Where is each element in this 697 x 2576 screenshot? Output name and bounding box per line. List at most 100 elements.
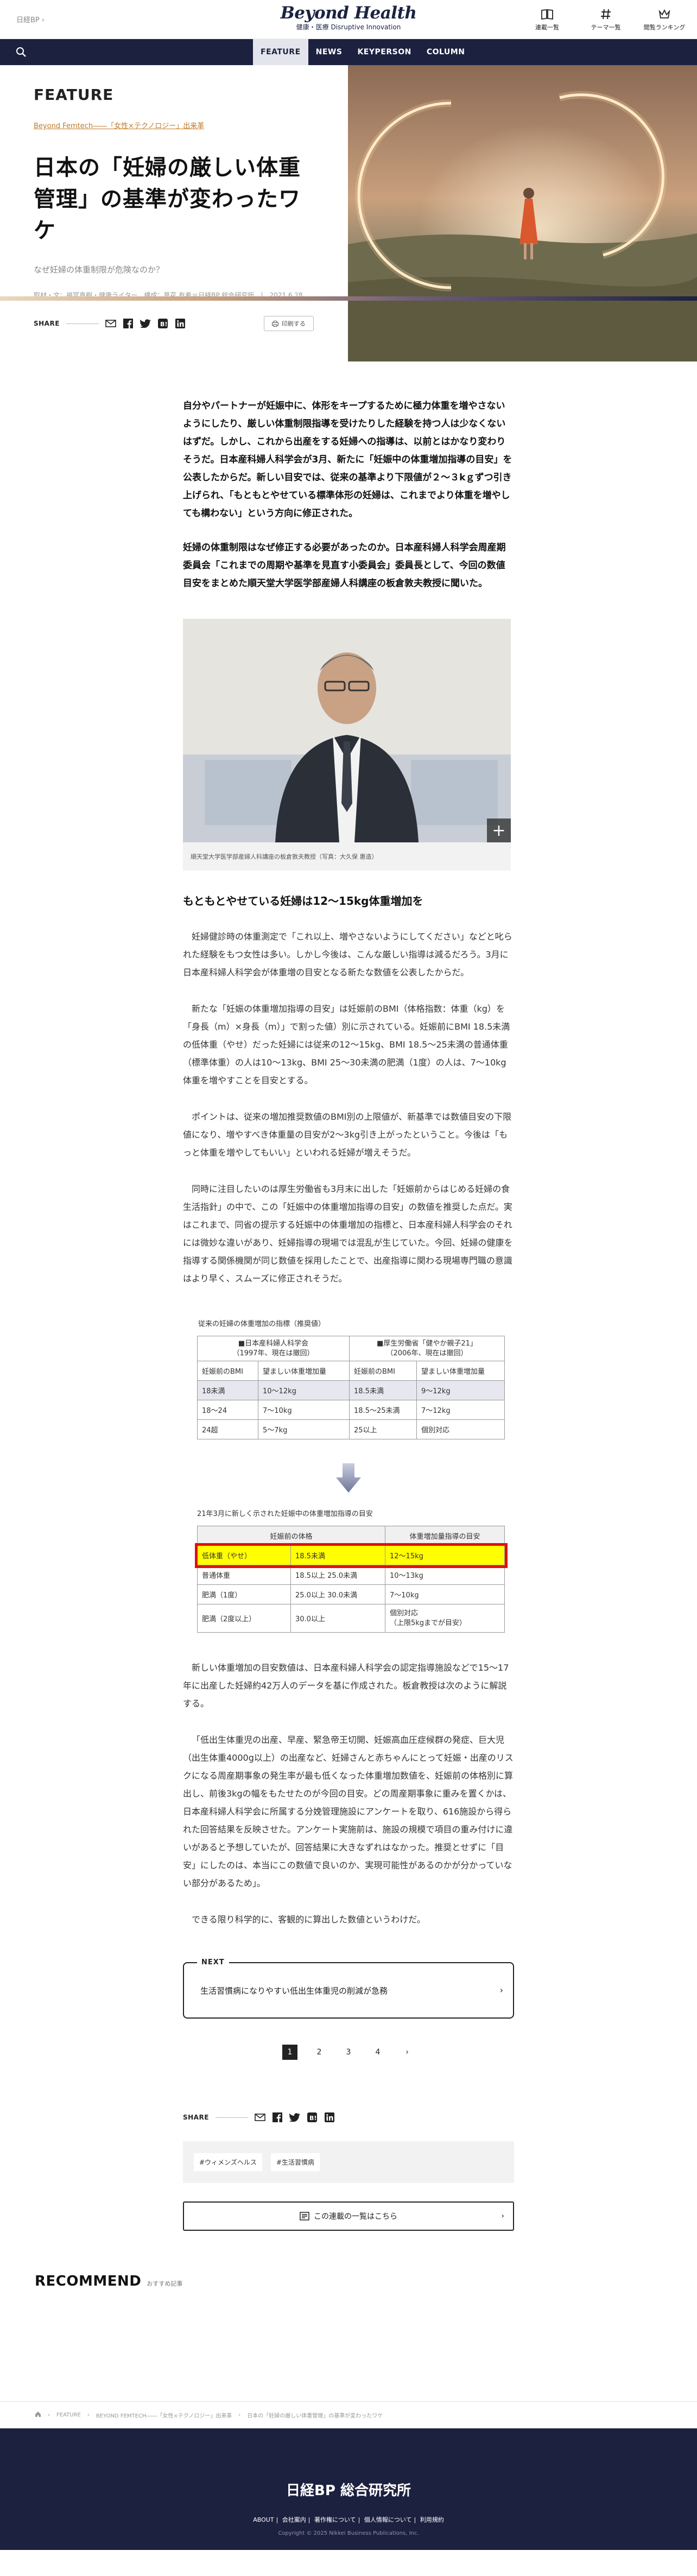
- footer-link-copyright[interactable]: 著作権について: [314, 2516, 356, 2523]
- table-cell: 30.0以上: [290, 1604, 385, 1633]
- hero-divider: [0, 296, 697, 301]
- page-1[interactable]: 1: [282, 2045, 297, 2060]
- page-2[interactable]: 2: [312, 2045, 327, 2060]
- old-guideline-table: ■日本産科婦人科学会 （1997年、現在は撤回） ■厚生労働省「健やか親子21」…: [197, 1336, 505, 1439]
- zoom-plus-icon[interactable]: +: [487, 819, 511, 842]
- tag-lifestyle-disease[interactable]: #生活習慣病: [270, 2153, 320, 2171]
- table-cell: 7～12kg: [416, 1400, 505, 1420]
- facebook-icon[interactable]: [272, 2112, 283, 2123]
- share-label: SHARE: [34, 320, 60, 327]
- new-guideline-table: 妊娠前の体格 体重増加量指導の目安 低体重（やせ） 18.5未満 12～15kg…: [194, 1526, 508, 1633]
- share-bar: SHARE B! 印刷する: [34, 316, 314, 331]
- tab-news[interactable]: NEWS: [308, 39, 350, 65]
- facebook-icon[interactable]: [123, 318, 134, 329]
- svg-text:B!: B!: [309, 2115, 316, 2122]
- next-page-arrow-icon[interactable]: ›: [400, 2045, 415, 2060]
- svg-text:B!: B!: [160, 321, 167, 328]
- linkedin-icon[interactable]: [175, 318, 186, 329]
- table-row: 普通体重 18.5以上 25.0未満 10～13kg: [197, 1565, 505, 1585]
- page-3[interactable]: 3: [341, 2045, 356, 2060]
- table-cell: 9～12kg: [416, 1380, 505, 1400]
- table-group-header: ■日本産科婦人科学会 （1997年、現在は撤回）: [197, 1336, 350, 1361]
- series-list-label: 連載一覧: [535, 24, 559, 31]
- paragraph: 「低出生体重児の出産、早産、緊急帝王切開、妊娠高血圧症候群の発症、巨大児（出生体…: [183, 1735, 514, 1888]
- theme-list-label: テーマ一覧: [591, 24, 621, 31]
- recommend-section: RECOMMEND おすすめ記事: [0, 2273, 697, 2289]
- recommend-title: RECOMMEND: [35, 2273, 142, 2289]
- crown-icon: [643, 7, 686, 22]
- table-cell: 18未満: [197, 1380, 258, 1400]
- theme-list-button[interactable]: テーマ一覧: [584, 7, 628, 31]
- site-logo[interactable]: Beyond Health 健康・医療 Disruptive Innovatio…: [281, 3, 417, 31]
- chevron-right-icon: ›: [499, 1985, 503, 1995]
- footer-link-company[interactable]: 会社案内: [282, 2516, 306, 2523]
- series-list-link-label: この連載の一覧はこちら: [314, 2212, 397, 2221]
- breadcrumb-item[interactable]: BEYOND FEMTECH――「女性×テクノロジー」出来革: [96, 2411, 232, 2419]
- home-icon[interactable]: [35, 2411, 41, 2419]
- hatena-icon[interactable]: B!: [307, 2112, 318, 2123]
- table-row: 18～24 7～10kg 18.5～25未満 7～12kg: [197, 1400, 505, 1420]
- search-icon[interactable]: [15, 46, 27, 58]
- next-page-link[interactable]: NEXT 生活習慣病になりやすい低出生体重児の削減が急務 ›: [183, 1958, 514, 2019]
- series-link[interactable]: Beyond Femtech――「女性×テクノロジー」出来革: [34, 120, 314, 130]
- next-title: 生活習慣病になりやすい低出生体重児の削減が急務: [200, 1986, 388, 1996]
- mail-icon[interactable]: [255, 2112, 265, 2123]
- table-col-header: 妊娠前のBMI: [197, 1361, 258, 1381]
- print-button[interactable]: 印刷する: [263, 316, 314, 331]
- table2-title: 21年3月に新しく示された妊娠中の体重増加指導の目安: [197, 1510, 373, 1518]
- list-icon: [300, 2212, 309, 2220]
- ranking-button[interactable]: 閲覧ランキング: [643, 7, 686, 31]
- footer-link-privacy[interactable]: 個人情報について: [364, 2516, 412, 2523]
- breadcrumb-sep: ›: [238, 2412, 241, 2418]
- table-row: 18未満 10～12kg 18.5未満 9～12kg: [197, 1380, 505, 1400]
- mail-icon[interactable]: [105, 318, 116, 329]
- paragraph: 妊婦健診時の体重測定で「これ以上、増やさないようにしてください」などと叱られた経…: [183, 931, 512, 978]
- series-list-link-button[interactable]: この連載の一覧はこちら ›: [183, 2201, 514, 2231]
- table-cell: 5～7kg: [258, 1419, 350, 1439]
- series-list-button[interactable]: 連載一覧: [525, 7, 569, 31]
- share-divider: [215, 2117, 248, 2118]
- article-body: 自分やパートナーが妊娠中に、体形をキープするために極力体重を増やさないようにした…: [183, 361, 514, 2231]
- highlighted-row: 低体重（やせ） 18.5未満 12～15kg: [194, 1543, 508, 1568]
- linkedin-icon[interactable]: [324, 2112, 335, 2123]
- interview-photo[interactable]: +: [183, 619, 511, 842]
- hero-text: FEATURE Beyond Femtech――「女性×テクノロジー」出来革 日…: [0, 65, 348, 361]
- table-cell: 25.0以上 30.0未満: [290, 1584, 385, 1604]
- breadcrumb-sep: ›: [48, 2412, 50, 2418]
- paragraph: できる限り科学的に、客観的に算出した数値というわけだ。: [192, 1914, 426, 1925]
- section-heading: もともとやせている妊婦は12～15kg体重増加を: [183, 894, 423, 908]
- share-divider: [66, 323, 99, 324]
- table-cell: 個別対応 （上限5kgまでが目安）: [385, 1604, 505, 1633]
- share-bar-bottom: SHARE B!: [183, 2112, 514, 2123]
- tab-column[interactable]: COLUMN: [419, 39, 473, 65]
- table1-title: 従来の妊婦の体重増加の指標（推奨値）: [198, 1320, 326, 1328]
- tag-list: #ウィメンズヘルス #生活習慣病: [183, 2141, 514, 2183]
- footer-logo[interactable]: 日経BP 総合研究所: [0, 2479, 697, 2499]
- tab-feature[interactable]: FEATURE: [253, 39, 308, 65]
- table-cell: 10～13kg: [385, 1565, 505, 1585]
- table-col-header: 妊娠前の体格: [197, 1526, 385, 1546]
- recommend-subtitle: おすすめ記事: [147, 2280, 183, 2287]
- page-4[interactable]: 4: [370, 2045, 385, 2060]
- twitter-icon[interactable]: [140, 318, 151, 329]
- table-col-header: 体重増加量指導の目安: [385, 1526, 505, 1546]
- hatena-icon[interactable]: B!: [157, 318, 168, 329]
- footer-link-about[interactable]: ABOUT: [253, 2516, 274, 2523]
- share-label: SHARE: [183, 2114, 209, 2121]
- top-bar: 日経BP › Beyond Health 健康・医療 Disruptive In…: [0, 0, 697, 39]
- table-cell: 肥満（1度）: [197, 1584, 291, 1604]
- tab-keyperson[interactable]: KEYPERSON: [350, 39, 419, 65]
- hero: FEATURE Beyond Femtech――「女性×テクノロジー」出来革 日…: [0, 65, 697, 361]
- pagination: 1 2 3 4 ›: [183, 2045, 514, 2060]
- footer: 日経BP 総合研究所 ABOUT | 会社案内 | 著作権について | 個人情報につい…: [0, 2428, 697, 2550]
- table-cell: 25以上: [349, 1419, 417, 1439]
- lead-paragraph: 自分やパートナーが妊娠中に、体形をキープするために極力体重を増やさないようにした…: [183, 401, 512, 519]
- table-cell: 18.5未満: [290, 1545, 385, 1565]
- tag-womens-health[interactable]: #ウィメンズヘルス: [194, 2153, 262, 2171]
- footer-link-terms[interactable]: 利用規約: [420, 2516, 444, 2523]
- twitter-icon[interactable]: [289, 2112, 300, 2123]
- paragraph: 新たな「妊娠の体重増加指導の目安」は妊娠前のBMI（体格指数：体重（kg）を「身…: [183, 1004, 510, 1086]
- table-col-header: 妊娠前のBMI: [349, 1361, 417, 1381]
- nikkei-bp-link[interactable]: 日経BP ›: [16, 14, 45, 24]
- breadcrumb-item[interactable]: FEATURE: [56, 2412, 81, 2418]
